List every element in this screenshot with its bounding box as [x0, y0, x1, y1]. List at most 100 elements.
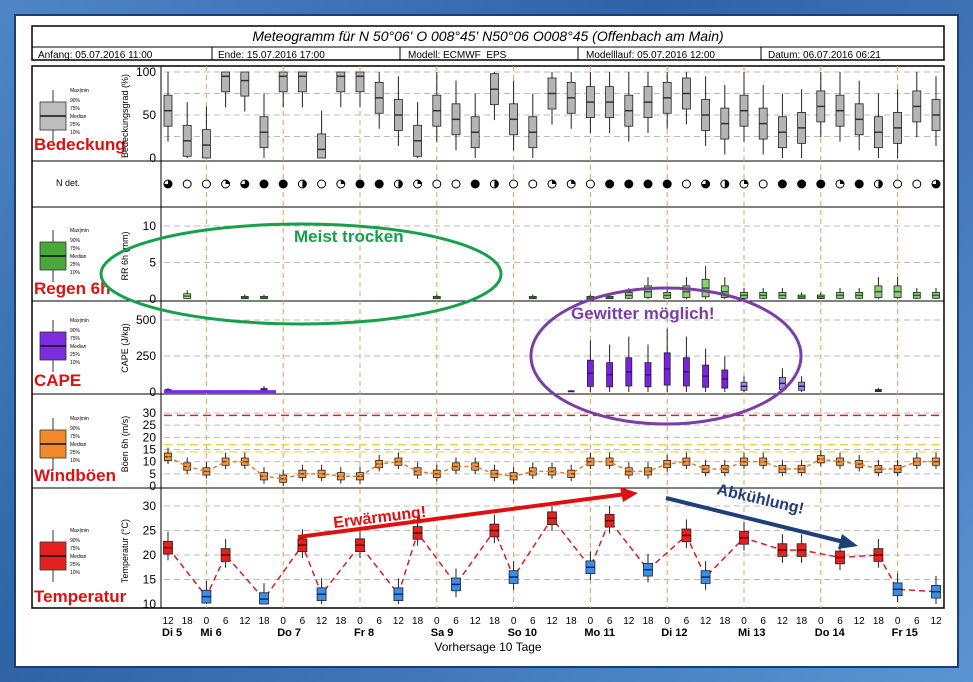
y-tick-label: 100: [136, 65, 156, 79]
ylabel-bedeckung: Bedeckungsgrad (%): [120, 74, 130, 158]
x-tick-label: 6: [530, 616, 536, 627]
day-label: Mi 6: [200, 627, 221, 639]
y-tick-label: 10: [143, 597, 157, 611]
x-tick-label: 0: [357, 616, 363, 627]
legend-quantile-label: 75%: [70, 546, 81, 552]
legend-quantile-label: 90%: [70, 426, 81, 432]
legend-quantile-label: 90%: [70, 238, 81, 244]
box: [336, 71, 346, 93]
legend-quantile-label: Max|min: [70, 88, 89, 94]
legend-quantile-label: 90%: [70, 328, 81, 334]
day-label: Di 12: [661, 627, 687, 639]
ndet-symbol: [509, 179, 519, 189]
x-tick-label: 18: [412, 616, 424, 627]
ylabel-cape: CAPE (J/kg): [120, 323, 130, 373]
ndet-fill: [340, 180, 345, 184]
y-tick-label: 5: [149, 467, 156, 481]
ndet-fill: [356, 180, 364, 188]
ndet-fill: [744, 180, 748, 184]
box: [297, 71, 307, 93]
ndet-symbol: [681, 179, 691, 189]
x-tick-label: 6: [607, 616, 613, 627]
x-tick-label: 18: [182, 616, 194, 627]
legend-quantile-label: 10%: [70, 360, 81, 366]
legend-quantile-label: 25%: [70, 562, 81, 568]
box: [278, 71, 288, 93]
y-tick-label: 10: [143, 455, 157, 469]
legend-quantile-label: 90%: [70, 98, 81, 104]
ndet-fill: [552, 180, 556, 184]
day-label: Di 5: [162, 627, 182, 639]
day-label: Do 14: [815, 627, 846, 639]
y-tick-label: 15: [143, 443, 157, 457]
ndet-fill: [778, 180, 787, 188]
panel-frames: [31, 65, 945, 609]
legend-quantile-label: Max|min: [70, 228, 89, 234]
ndet-fill: [663, 180, 672, 188]
legend-quantile-label: 25%: [70, 450, 81, 456]
header-datum: Datum: 06.07.2016 06:21: [768, 50, 881, 61]
x-tick-label: 6: [914, 616, 920, 627]
ylabel-temp: Temperatur (°C): [120, 519, 130, 583]
y-tick-label: 15: [143, 573, 157, 587]
legend-quantile-label: 75%: [70, 246, 81, 252]
x-tick-label: 0: [511, 616, 517, 627]
ndet-fill: [644, 180, 652, 188]
header-modell: Modell: ECMWF_EPS: [408, 50, 507, 61]
legend-quantile-label: Max|min: [70, 416, 89, 422]
x-tick-label: 0: [280, 616, 286, 627]
ndet-symbol: [893, 179, 903, 189]
y-tick-label: 10: [143, 219, 157, 233]
y-tick-label: 5: [149, 256, 156, 270]
ndet-symbol: [182, 179, 192, 189]
legend-quantile-label: 90%: [70, 538, 81, 544]
legend-quantile-label: 75%: [70, 434, 81, 440]
x-tick-label: 6: [760, 616, 766, 627]
x-tick-label: 18: [796, 616, 808, 627]
legend-quantile-label: 10%: [70, 458, 81, 464]
box: [355, 71, 365, 93]
ndet-symbol: [201, 179, 211, 189]
ndet-fill: [797, 180, 806, 188]
x-tick-label: 12: [777, 616, 789, 627]
ndet-symbol: [912, 179, 922, 189]
x-tick-label: 0: [204, 616, 210, 627]
ndet-fill: [279, 180, 288, 188]
y-tick-label: 0: [149, 479, 156, 493]
x-tick-label: 0: [741, 616, 747, 627]
x-tick-label: 6: [684, 616, 690, 627]
header-anfang: Anfang: 05.07.2016 11:00: [38, 50, 153, 61]
ndet-fill: [375, 180, 384, 188]
box: [240, 71, 250, 97]
ndet-fill: [471, 180, 480, 188]
day-label: Fr 8: [354, 627, 374, 639]
label-ndet: N det.: [56, 178, 80, 188]
x-tick-label: 18: [489, 616, 501, 627]
x-tick-label: 12: [239, 616, 251, 627]
legend-quantile-label: 10%: [70, 270, 81, 276]
x-tick-label: 18: [335, 616, 347, 627]
legend-quantile-label: 75%: [70, 106, 81, 112]
ndet-fill: [417, 180, 422, 184]
arrow-erwaermung-head: [620, 487, 638, 502]
meteogram-frame: Meteogramm für N 50°06' O 008°45' N50°06…: [14, 14, 959, 668]
y-tick-label: 0: [149, 151, 156, 165]
ndet-symbol: [451, 179, 461, 189]
y-tick-label: 25: [143, 418, 157, 432]
x-tick-label: 0: [895, 616, 901, 627]
x-tick-label: 18: [642, 616, 654, 627]
x-tick-label: 0: [588, 616, 594, 627]
x-tick-label: 0: [434, 616, 440, 627]
box: [317, 133, 327, 159]
header-ende: Ende: 15.07.2016 17:00: [218, 50, 325, 61]
label-windboeen: Windböen: [34, 466, 116, 485]
ylabel-regen: RR 6h (mm): [120, 231, 130, 280]
x-tick-label: 12: [316, 616, 328, 627]
x-tick-label: 12: [470, 616, 482, 627]
ndet-symbol: [585, 179, 595, 189]
legend-quantile-label: Max|min: [70, 528, 89, 534]
legend-quantile-label: Median: [70, 442, 87, 448]
box: [201, 129, 211, 159]
legend-quantile-label: Max|min: [70, 318, 89, 324]
arrow-abkuehlung-head: [838, 534, 858, 549]
